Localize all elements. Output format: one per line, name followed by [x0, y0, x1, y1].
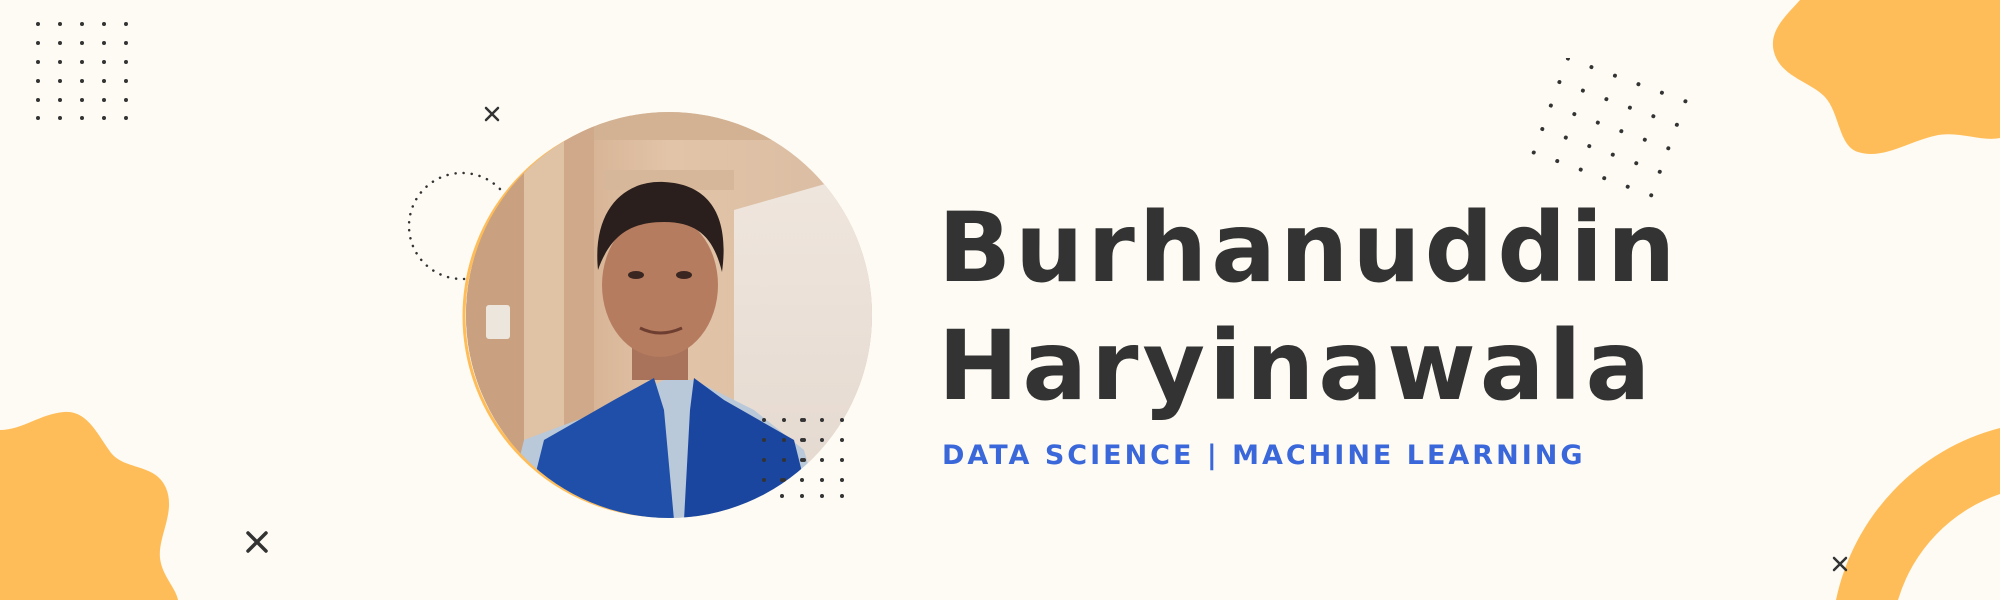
first-name: Burhanuddin	[938, 192, 1680, 304]
orange-blob-bottom-left	[0, 411, 178, 600]
cross-icon	[1832, 556, 1848, 572]
dot-grid-photo-overflow	[780, 418, 844, 498]
cross-icon	[484, 106, 500, 122]
tagline: DATA SCIENCE | MACHINE LEARNING	[942, 440, 1586, 471]
orange-arc-bottom-right	[1836, 428, 2000, 600]
cross-icon	[246, 531, 268, 553]
orange-blob-top-right	[1772, 0, 2000, 155]
profile-banner: Burhanuddin Haryinawala DATA SCIENCE | M…	[0, 0, 2000, 600]
last-name: Haryinawala	[938, 310, 1655, 422]
dot-grid-top-left	[36, 22, 128, 120]
